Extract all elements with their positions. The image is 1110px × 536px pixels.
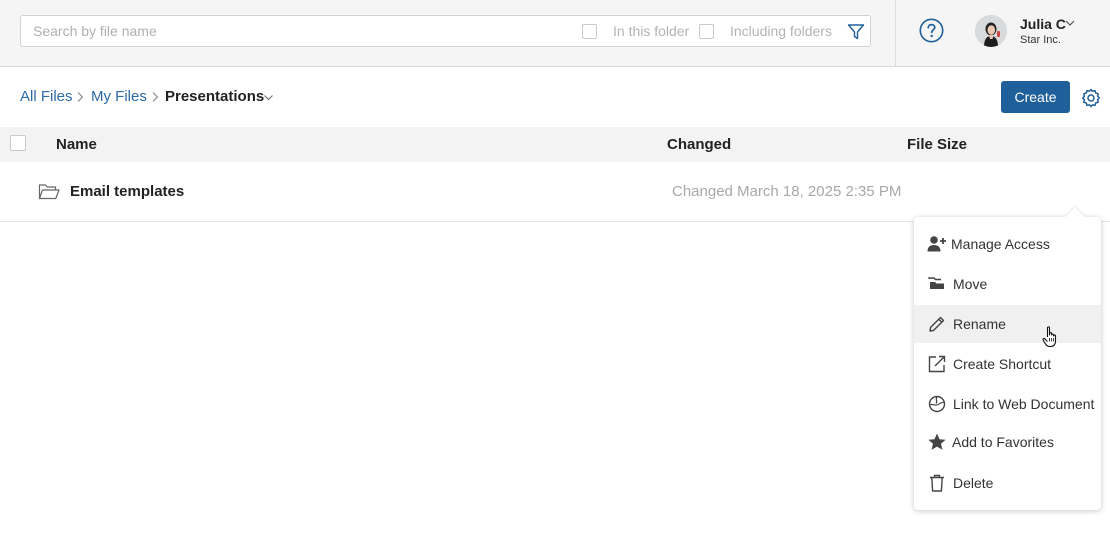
row-changed: Changed March 18, 2025 2:35 PM xyxy=(672,183,902,200)
user-org: Star Inc. xyxy=(1020,34,1061,46)
star-icon xyxy=(928,433,946,450)
menu-item-label: Link to Web Document xyxy=(953,396,1095,412)
column-header-name[interactable]: Name xyxy=(56,136,97,153)
chevron-right-icon xyxy=(152,92,159,102)
pencil-icon xyxy=(929,316,945,332)
including-folders-label: Including folders xyxy=(730,23,832,39)
in-this-folder-checkbox[interactable] xyxy=(582,24,597,39)
select-all-checkbox[interactable] xyxy=(10,135,26,151)
external-link-icon xyxy=(928,355,946,373)
trash-icon xyxy=(930,474,944,492)
header-divider xyxy=(895,0,896,67)
breadcrumb-current: Presentations xyxy=(165,88,265,105)
table-row[interactable]: Email templates Changed March 18, 2025 2… xyxy=(0,162,1110,222)
user-name[interactable]: Julia C xyxy=(1020,16,1066,32)
menu-item-label: Delete xyxy=(953,475,994,491)
menu-item-label: Manage Access xyxy=(951,236,1050,252)
menu-item-add-favorites[interactable]: Add to Favorites xyxy=(914,423,1101,461)
folders-move-icon xyxy=(928,277,944,289)
menu-item-create-shortcut[interactable]: Create Shortcut xyxy=(914,345,1101,383)
menu-item-label: Add to Favorites xyxy=(952,434,1054,450)
menu-item-link-web-document[interactable]: Link to Web Document xyxy=(914,385,1101,423)
avatar[interactable] xyxy=(975,15,1007,47)
menu-item-delete[interactable]: Delete xyxy=(914,464,1101,502)
context-menu: Manage Access Move Rename Create Shortcu… xyxy=(914,217,1101,510)
menu-item-label: Create Shortcut xyxy=(953,356,1052,372)
column-header-changed[interactable]: Changed xyxy=(667,136,731,153)
create-button[interactable]: Create xyxy=(1001,81,1070,113)
gear-icon[interactable] xyxy=(1081,88,1101,108)
breadcrumb-my-files[interactable]: My Files xyxy=(91,88,147,105)
in-this-folder-label: In this folder xyxy=(613,23,690,39)
help-icon[interactable] xyxy=(919,18,944,43)
including-folders-checkbox[interactable] xyxy=(699,24,714,39)
menu-item-rename[interactable]: Rename xyxy=(914,305,1101,343)
chevron-down-icon[interactable] xyxy=(1065,18,1075,28)
filter-icon[interactable] xyxy=(847,23,865,41)
web-document-icon xyxy=(928,395,946,413)
hand-cursor-icon xyxy=(1042,326,1057,348)
chevron-down-icon[interactable] xyxy=(263,92,274,103)
search-box: In this folder Including folders xyxy=(20,15,871,47)
column-header-size[interactable]: File Size xyxy=(907,136,967,153)
row-name[interactable]: Email templates xyxy=(70,183,184,200)
breadcrumb-all-files[interactable]: All Files xyxy=(20,88,73,105)
menu-item-label: Move xyxy=(953,276,988,292)
menu-item-label: Rename xyxy=(953,316,1006,332)
menu-item-move[interactable]: Move xyxy=(914,265,1101,303)
top-header: In this folder Including folders Julia C… xyxy=(0,0,1110,67)
chevron-right-icon xyxy=(77,92,84,102)
menu-item-manage-access[interactable]: Manage Access xyxy=(914,225,1101,263)
folder-open-icon xyxy=(38,184,60,200)
search-input[interactable] xyxy=(33,16,573,46)
table-header: Name Changed File Size xyxy=(0,127,1110,162)
user-plus-icon xyxy=(927,236,946,252)
